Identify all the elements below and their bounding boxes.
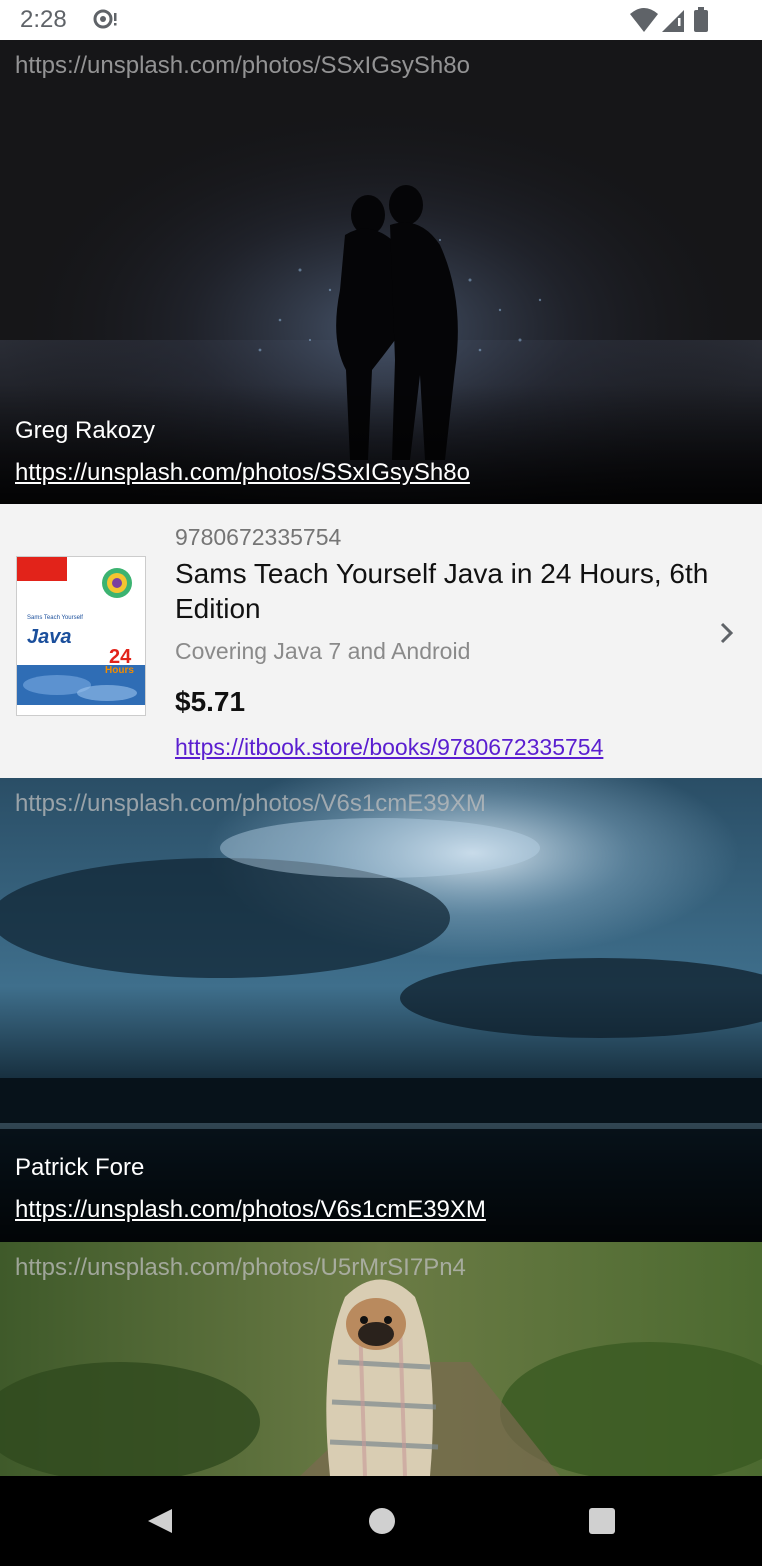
book-title: Sams Teach Yourself Java in 24 Hours, 6t…	[175, 558, 709, 624]
book-subtitle: Covering Java 7 and Android	[175, 638, 471, 664]
book-isbn: 9780672335754	[175, 524, 342, 550]
cover-title: Java	[27, 626, 72, 648]
caption-shade	[0, 1122, 762, 1242]
book-card[interactable]: Sams Teach Yourself Java 24 Hours SAMS 9…	[0, 504, 762, 778]
book-url-link[interactable]: https://itbook.store/books/9780672335754	[175, 734, 603, 761]
recents-icon[interactable]	[588, 1507, 616, 1540]
sync-icon	[92, 8, 120, 35]
navigation-bar	[0, 1476, 762, 1566]
photo-url-overlay: https://unsplash.com/photos/SSxIGsySh8o	[15, 52, 470, 79]
photo-card[interactable]: https://unsplash.com/photos/SSxIGsySh8o …	[0, 40, 762, 504]
signal-icon	[662, 10, 684, 32]
wifi-icon	[630, 8, 658, 32]
book-cover: Sams Teach Yourself Java 24 Hours SAMS	[16, 556, 146, 716]
status-time: 2:28	[20, 6, 67, 33]
home-icon[interactable]	[368, 1507, 396, 1540]
chevron-right-icon[interactable]	[714, 620, 740, 651]
battery-icon	[694, 7, 708, 32]
photo-url-overlay: https://unsplash.com/photos/V6s1cmE39XM	[15, 790, 486, 817]
photo-card[interactable]: https://unsplash.com/photos/U5rMrSI7Pn4	[0, 1242, 762, 1476]
cover-unit: Hours	[105, 665, 134, 676]
cover-publisher: SAMS	[27, 707, 42, 713]
status-bar: 2:28	[0, 0, 762, 40]
photo-card[interactable]: https://unsplash.com/photos/V6s1cmE39XM …	[0, 778, 762, 1242]
photo-link[interactable]: https://unsplash.com/photos/SSxIGsySh8o	[15, 459, 470, 487]
back-icon[interactable]	[146, 1507, 174, 1540]
cover-series: Sams Teach Yourself	[27, 615, 83, 621]
photo-author: Patrick Fore	[15, 1154, 145, 1181]
photo-author: Greg Rakozy	[15, 417, 156, 444]
photo-link[interactable]: https://unsplash.com/photos/V6s1cmE39XM	[15, 1196, 486, 1224]
photo-url-overlay: https://unsplash.com/photos/U5rMrSI7Pn4	[15, 1254, 466, 1281]
status-icons	[628, 6, 718, 39]
book-price: $5.71	[175, 686, 246, 717]
